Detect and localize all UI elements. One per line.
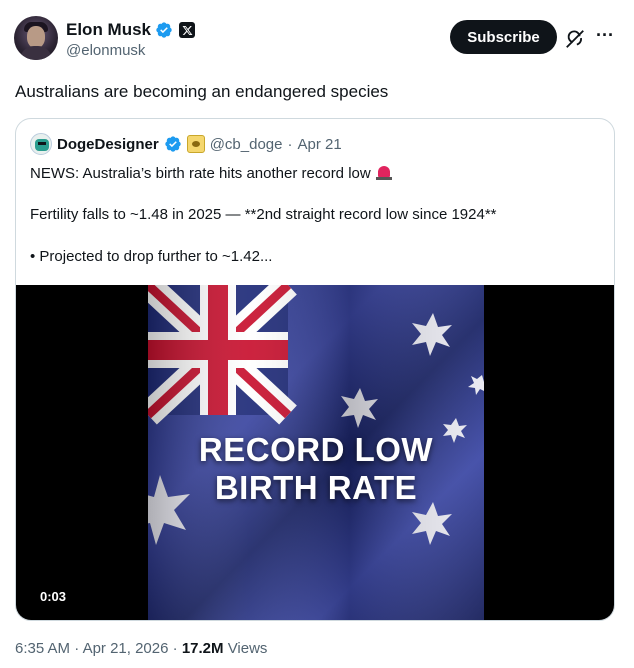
author-display-name[interactable]: Elon Musk: [66, 20, 151, 40]
verified-badge-icon: [156, 22, 172, 38]
quoted-line-3: • Projected to drop further to ~1.42...: [30, 248, 273, 265]
quoted-date[interactable]: Apr 21: [297, 136, 341, 153]
views-count: 17.2M: [181, 640, 224, 657]
tweet-meta: 6:35 AM · Apr 21, 2026 · 17.2M Views: [15, 640, 267, 657]
tweet-text: Australians are becoming an endangered s…: [15, 82, 389, 101]
author-block: Elon Musk @elonmusk: [66, 19, 196, 59]
author-handle[interactable]: @elonmusk: [66, 42, 195, 59]
more-icon[interactable]: ···: [594, 24, 616, 46]
quoted-line-2: Fertility falls to ~1.48 in 2025 — **2nd…: [30, 206, 497, 223]
grok-icon[interactable]: [564, 28, 586, 50]
quoted-display-name[interactable]: DogeDesigner: [57, 136, 159, 153]
quoted-separator: ·: [287, 135, 293, 153]
x-logo-icon: [179, 22, 196, 38]
subscribe-button[interactable]: Subscribe: [450, 20, 557, 54]
quoted-avatar[interactable]: [30, 133, 52, 155]
tweet-header: Elon Musk @elonmusk Subscribe ···: [14, 16, 620, 66]
doge-emoji-icon: [186, 135, 205, 153]
meta-separator: ·: [74, 640, 80, 657]
video-caption-line-1: RECORD LOW: [198, 431, 434, 468]
quoted-tweet[interactable]: DogeDesigner @cb_doge · Apr 21 NEWS: Aus…: [15, 118, 615, 621]
tweet-date[interactable]: Apr 21, 2026: [83, 640, 169, 657]
views-label: Views: [227, 640, 268, 657]
quoted-line-1: NEWS: Australia’s birth rate hits anothe…: [30, 164, 393, 182]
quoted-header: DogeDesigner @cb_doge · Apr 21: [30, 131, 342, 157]
meta-separator: ·: [172, 640, 178, 657]
verified-badge-icon: [165, 136, 181, 152]
video-timecode: 0:03: [34, 586, 73, 608]
quoted-handle[interactable]: @cb_doge: [210, 136, 283, 153]
tweet-time[interactable]: 6:35 AM: [15, 640, 70, 657]
avatar[interactable]: [14, 16, 58, 60]
video-caption-line-2: BIRTH RATE: [214, 469, 418, 506]
video-player[interactable]: RECORD LOW BIRTH RATE 0:03: [16, 285, 614, 620]
siren-emoji-icon: [375, 164, 393, 180]
